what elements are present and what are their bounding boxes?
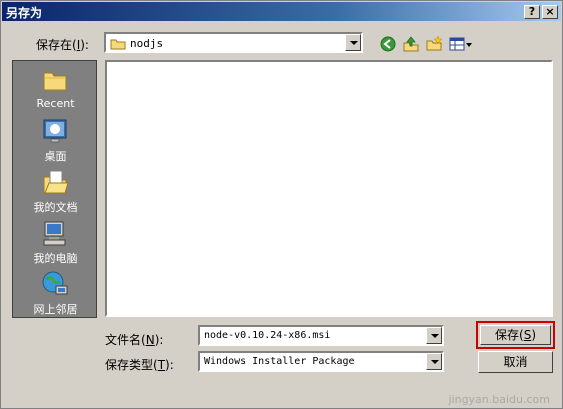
filename-value: node-v0.10.24-x86.msi — [204, 330, 331, 341]
place-my-documents[interactable]: 我的文档 — [13, 168, 98, 218]
my-documents-icon — [43, 170, 69, 194]
title-bar[interactable]: 另存为 ? × — [2, 2, 561, 21]
filename-dropdown-arrow[interactable] — [426, 327, 442, 344]
window-title: 另存为 — [6, 6, 43, 20]
filename-label: 文件名(N): — [105, 333, 164, 347]
save-in-value: nodjs — [130, 37, 164, 50]
filetype-select[interactable]: Windows Installer Package — [198, 351, 444, 372]
place-label: 桌面 — [44, 150, 67, 163]
save-as-dialog: 另存为 ? × 保存在(I): nodjs Recent 桌面 我的文档 我的电… — [0, 0, 563, 409]
place-desktop[interactable]: 桌面 — [13, 117, 98, 167]
places-bar: Recent 桌面 我的文档 我的电脑 网上邻居 — [12, 60, 97, 318]
cancel-button[interactable]: 取消 — [478, 351, 553, 373]
filename-input[interactable]: node-v0.10.24-x86.msi — [198, 325, 444, 346]
filetype-label: 保存类型(T): — [105, 358, 174, 372]
network-places-icon — [42, 271, 68, 295]
my-computer-icon — [43, 221, 66, 246]
watermark: jingyan.baidu.com — [448, 393, 550, 406]
help-button[interactable]: ? — [524, 5, 540, 19]
recent-folder-icon — [43, 72, 67, 91]
save-button[interactable]: 保存(S) — [476, 321, 555, 349]
place-recent[interactable]: Recent — [13, 66, 98, 116]
up-folder-icon[interactable] — [402, 35, 420, 53]
file-list[interactable] — [105, 60, 553, 317]
place-label: 我的文档 — [33, 201, 78, 214]
place-label: 我的电脑 — [33, 252, 78, 265]
desktop-icon — [43, 119, 67, 143]
place-label: 网上邻居 — [33, 303, 78, 316]
filetype-dropdown-arrow[interactable] — [426, 353, 442, 370]
close-button[interactable]: × — [542, 5, 558, 19]
new-folder-icon[interactable] — [425, 35, 443, 53]
view-menu-icon[interactable] — [449, 35, 473, 53]
place-label: Recent — [36, 97, 75, 110]
save-in-label: 保存在(I): — [36, 38, 89, 52]
save-in-dropdown[interactable]: nodjs — [104, 32, 363, 53]
back-icon[interactable] — [379, 35, 397, 53]
save-button-face: 保存(S) — [480, 325, 551, 345]
save-in-dropdown-arrow[interactable] — [345, 34, 361, 51]
place-my-computer[interactable]: 我的电脑 — [13, 219, 98, 269]
place-network[interactable]: 网上邻居 — [13, 270, 98, 320]
folder-icon — [110, 39, 126, 50]
filetype-value: Windows Installer Package — [204, 356, 355, 367]
